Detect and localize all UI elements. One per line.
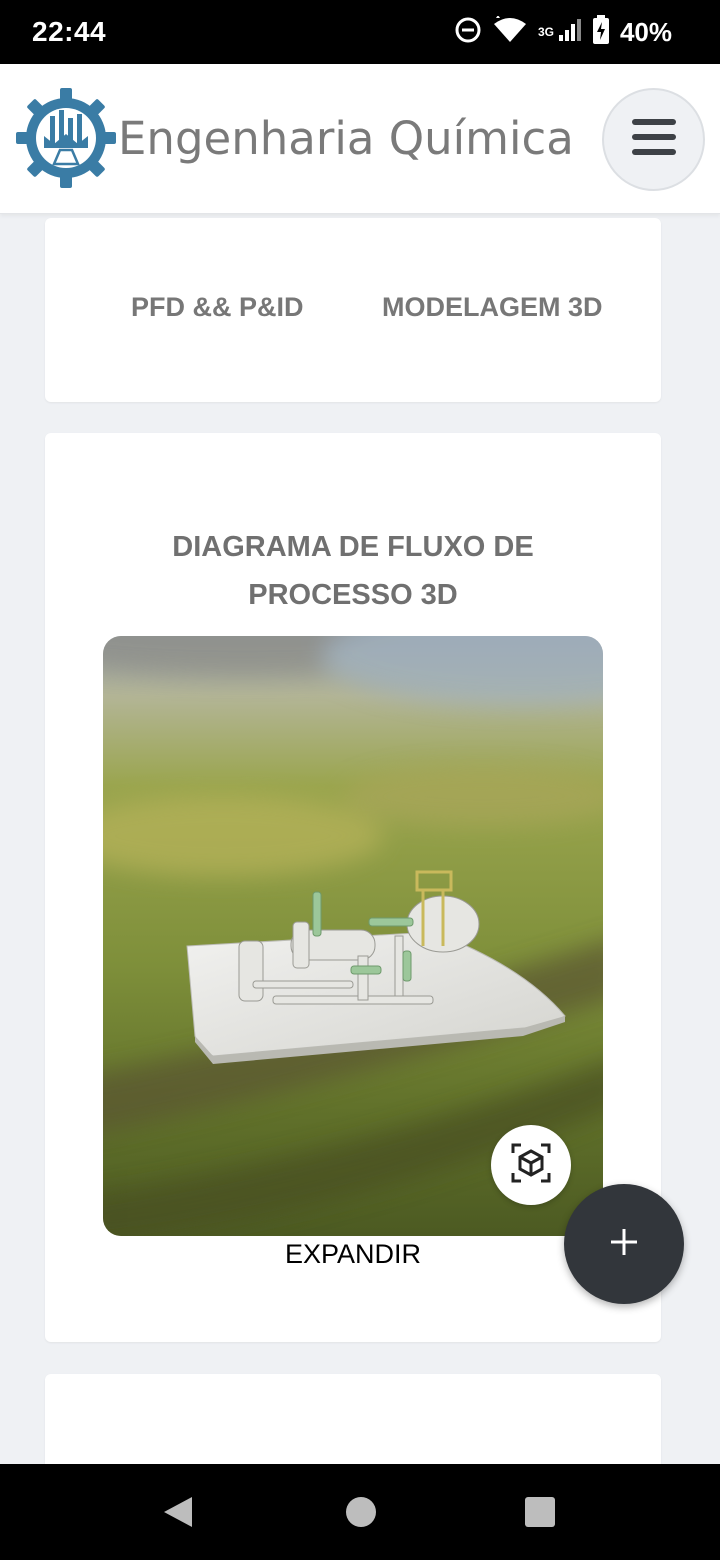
hamburger-menu-icon: [631, 119, 676, 160]
chemical-engineering-gear-logo[interactable]: [14, 86, 118, 190]
tab-modelagem-3d[interactable]: MODELAGEM 3D: [382, 292, 603, 323]
recents-icon[interactable]: [525, 1497, 555, 1527]
status-bar: 22:44 3G 40%: [0, 0, 720, 64]
ar-view-button[interactable]: [491, 1125, 571, 1205]
wifi-icon: [492, 14, 528, 49]
home-icon[interactable]: [346, 1497, 376, 1527]
tabs-card: PFD && P&ID MODELAGEM 3D: [45, 218, 661, 402]
network-type-label: 3G: [537, 25, 554, 39]
section-title: DIAGRAMA DE FLUXO DE PROCESSO 3D: [45, 523, 661, 619]
ar-cube-icon: [509, 1141, 553, 1190]
3d-model-viewer[interactable]: [103, 636, 603, 1236]
section-title-line1: DIAGRAMA DE FLUXO DE: [172, 531, 534, 563]
section-title-line2: PROCESSO 3D: [248, 579, 458, 611]
cell-signal-icon: [558, 18, 582, 47]
menu-button[interactable]: [602, 88, 705, 191]
model-card: DIAGRAMA DE FLUXO DE PROCESSO 3D EXPANDI…: [45, 433, 661, 1342]
status-icons: 3G 40%: [454, 14, 672, 50]
battery-percent: 40%: [619, 16, 672, 47]
app-header: Engenharia Química: [0, 64, 720, 214]
add-fab-button[interactable]: [564, 1184, 684, 1304]
plus-icon: [610, 1228, 638, 1261]
battery-charging-icon: [592, 14, 610, 50]
status-time: 22:44: [32, 16, 107, 47]
app-title: Engenharia Química: [118, 112, 574, 165]
system-nav-bar: [0, 1464, 720, 1560]
back-icon[interactable]: [162, 1495, 194, 1534]
tab-pfd-pid[interactable]: PFD && P&ID: [131, 292, 304, 323]
do-not-disturb-icon: [454, 16, 482, 49]
